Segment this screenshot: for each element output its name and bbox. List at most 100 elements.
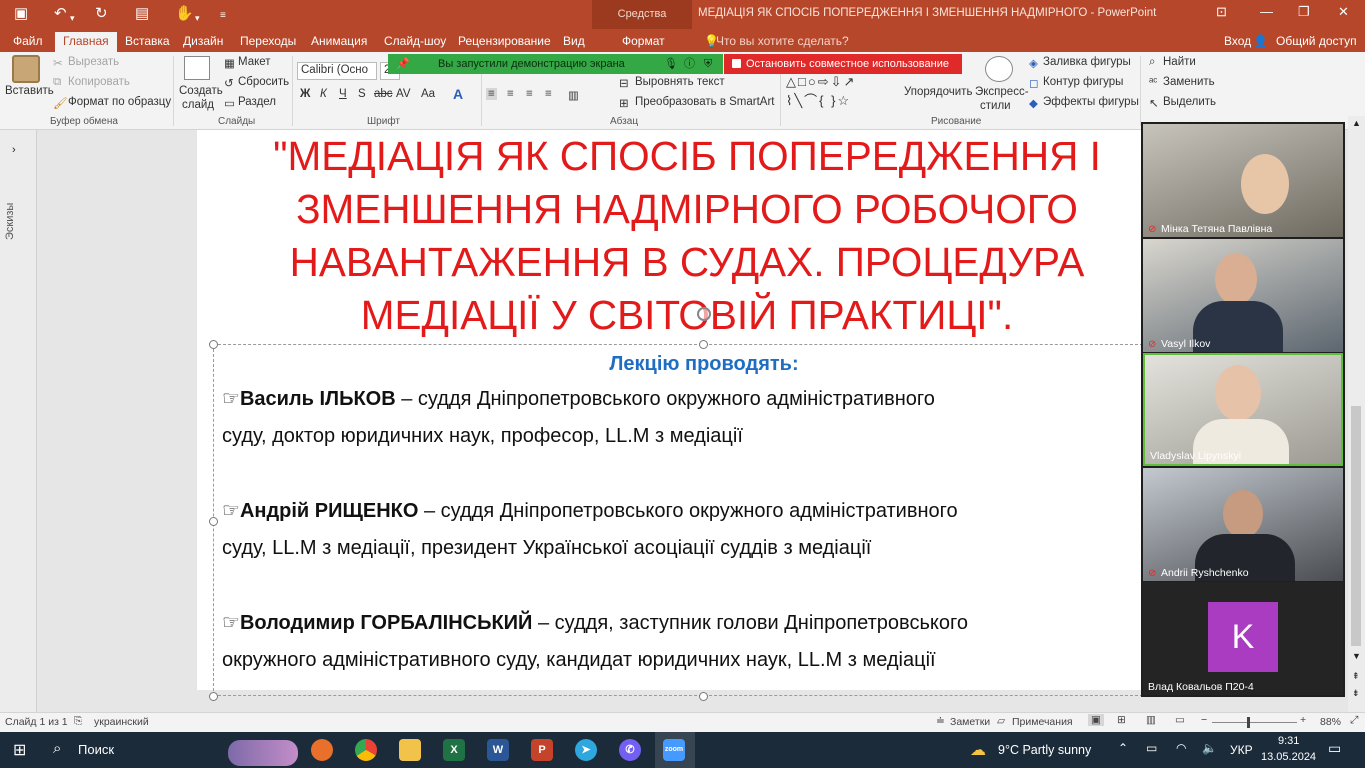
powerpoint-icon[interactable]: P — [531, 739, 553, 761]
copy-button[interactable]: Копировать — [68, 76, 130, 88]
notes-button[interactable]: Заметки — [950, 716, 990, 728]
strikethrough-icon[interactable]: abc — [374, 88, 393, 100]
cut-button[interactable]: Вырезать — [68, 56, 119, 68]
scroll-down-icon[interactable]: ▼ — [1352, 651, 1361, 661]
find-button[interactable]: Найти — [1163, 56, 1196, 68]
select-button[interactable]: Выделить — [1163, 96, 1216, 108]
shape-effects-button[interactable]: Эффекты фигуры — [1043, 96, 1139, 108]
shield-icon[interactable]: ⛨ — [704, 54, 712, 74]
minimize-icon[interactable]: — — [1260, 4, 1273, 19]
reset-button[interactable]: Сбросить — [238, 76, 289, 88]
language-indicator[interactable]: украинский — [94, 716, 149, 728]
input-language[interactable]: УКР — [1230, 743, 1253, 757]
convert-smartart-button[interactable]: Преобразовать в SmartArt — [635, 96, 775, 108]
zoom-slider[interactable] — [1212, 722, 1297, 723]
find-icon[interactable]: ⌕ — [1149, 56, 1155, 69]
tell-me-search[interactable]: Что вы хотите сделать? — [708, 32, 857, 52]
replace-icon[interactable]: ᵃᶜ — [1149, 76, 1157, 88]
align-left-icon[interactable]: ≡ — [486, 88, 497, 100]
resize-handle[interactable] — [209, 692, 218, 701]
shadow-icon[interactable]: S — [358, 88, 366, 100]
new-slide-button-line2[interactable]: слайд — [182, 99, 214, 111]
resize-handle[interactable] — [209, 340, 218, 349]
volume-icon[interactable]: 🔈 — [1202, 741, 1217, 755]
align-right-icon[interactable]: ≡ — [526, 88, 533, 100]
font-color-icon[interactable]: A — [453, 86, 463, 102]
spelling-icon[interactable]: ⎘ — [74, 715, 82, 728]
zoom-level[interactable]: 88% — [1320, 716, 1341, 728]
tab-file[interactable]: Файл — [5, 32, 51, 52]
battery-icon[interactable]: ▭ — [1146, 741, 1157, 755]
tab-home[interactable]: Главная — [55, 32, 117, 52]
tab-design[interactable]: Дизайн — [175, 32, 231, 52]
tab-transitions[interactable]: Переходы — [232, 32, 304, 52]
next-slide-icon[interactable]: ⇟ — [1352, 688, 1360, 699]
info-icon[interactable]: ⓘ — [684, 54, 695, 74]
word-icon[interactable]: W — [487, 739, 509, 761]
align-text-icon[interactable]: ⊟ — [619, 76, 629, 90]
undo-icon[interactable]: ↶ — [54, 4, 67, 24]
slide-sorter-icon[interactable]: ⊞ — [1117, 714, 1126, 726]
tab-animations[interactable]: Анимация — [303, 32, 375, 52]
slideshow-view-icon[interactable]: ▭ — [1175, 714, 1185, 726]
tab-slideshow[interactable]: Слайд-шоу — [376, 32, 454, 52]
resize-handle[interactable] — [699, 692, 708, 701]
change-case-icon[interactable]: Aa — [421, 88, 435, 100]
shape-effects-icon[interactable]: ◆ — [1029, 96, 1038, 110]
chrome-icon[interactable] — [355, 739, 377, 761]
slide[interactable]: "МЕДІАЦІЯ ЯК СПОСІБ ПОПЕРЕДЖЕННЯ І ЗМЕНШ… — [197, 130, 1143, 701]
shape-fill-icon[interactable]: ◈ — [1029, 56, 1038, 70]
excel-icon[interactable]: X — [443, 739, 465, 761]
quick-styles-icon[interactable] — [985, 56, 1013, 82]
new-slide-icon[interactable] — [184, 56, 210, 80]
slide-title[interactable]: "МЕДІАЦІЯ ЯК СПОСІБ ПОПЕРЕДЖЕННЯ І ЗМЕНШ… — [257, 130, 1117, 342]
paste-button[interactable]: Вставить — [5, 85, 54, 97]
undo-dropdown-icon[interactable]: ▾ — [70, 8, 75, 28]
wifi-icon[interactable]: ◠ — [1176, 741, 1186, 755]
justify-icon[interactable]: ≡ — [545, 88, 552, 100]
format-painter-icon[interactable]: 🖌 — [53, 96, 68, 110]
expand-thumbnails-icon[interactable]: › — [12, 144, 16, 156]
italic-icon[interactable]: К — [320, 88, 327, 100]
section-button[interactable]: Раздел — [238, 96, 276, 108]
notes-icon[interactable]: ≐ — [936, 715, 945, 727]
tab-review[interactable]: Рецензирование — [450, 32, 559, 52]
new-slide-button-line1[interactable]: Создать — [179, 85, 223, 97]
customize-qat-icon[interactable]: ≡ — [220, 6, 226, 26]
ribbon-display-options-icon[interactable]: ⊡ — [1216, 4, 1227, 20]
scroll-up-icon[interactable]: ▲ — [1352, 118, 1361, 128]
align-text-button[interactable]: Выровнять текст — [635, 76, 725, 88]
rotate-handle-icon[interactable] — [697, 307, 711, 321]
underline-icon[interactable]: Ч — [339, 88, 347, 100]
taskbar-search[interactable]: Поиск — [78, 742, 114, 757]
comments-icon[interactable]: ▱ — [997, 715, 1005, 727]
vertical-scrollbar[interactable]: ▲ ▼ ⇞ ⇟ — [1348, 116, 1365, 712]
start-slideshow-icon[interactable]: ▤ — [135, 4, 149, 24]
tab-view[interactable]: Вид — [555, 32, 593, 52]
participant-tile-active[interactable]: Vladyslav Lipynskyi — [1143, 353, 1343, 466]
shape-fill-button[interactable]: Заливка фигуры — [1043, 56, 1131, 68]
select-icon[interactable]: ↖ — [1149, 96, 1159, 110]
columns-icon[interactable]: ▥ — [568, 88, 579, 102]
restore-icon[interactable]: ❐ — [1298, 4, 1310, 20]
weather-icon[interactable]: ☁ — [970, 740, 986, 760]
touch-mode-icon[interactable]: ✋ — [175, 4, 194, 24]
participant-tile[interactable]: K Влад Ковальов П20-4 — [1143, 582, 1343, 695]
copy-icon[interactable]: ⧉ — [53, 76, 61, 89]
zoom-in-icon[interactable]: + — [1300, 714, 1306, 726]
redo-icon[interactable]: ↻ — [95, 4, 108, 24]
show-hidden-icons-icon[interactable]: ⌃ — [1118, 741, 1128, 755]
windows-start-icon[interactable]: ⊞ — [13, 740, 26, 760]
mic-icon[interactable]: 🎙 — [664, 54, 678, 74]
align-center-icon[interactable]: ≡ — [507, 88, 514, 100]
fit-to-window-icon[interactable]: ⤢ — [1350, 714, 1358, 727]
prev-slide-icon[interactable]: ⇞ — [1352, 671, 1360, 682]
shape-outline-icon[interactable]: ◻ — [1029, 76, 1039, 90]
viber-icon[interactable]: ✆ — [619, 739, 641, 761]
firefox-icon[interactable] — [311, 739, 333, 761]
section-icon[interactable]: ▭ — [224, 96, 235, 110]
arrange-button[interactable]: Упорядочить — [904, 86, 972, 98]
stop-share-button[interactable]: Остановить совместное использование — [724, 54, 962, 74]
zoom-slider-thumb[interactable] — [1247, 717, 1250, 728]
format-painter-button[interactable]: Формат по образцу — [68, 96, 171, 108]
